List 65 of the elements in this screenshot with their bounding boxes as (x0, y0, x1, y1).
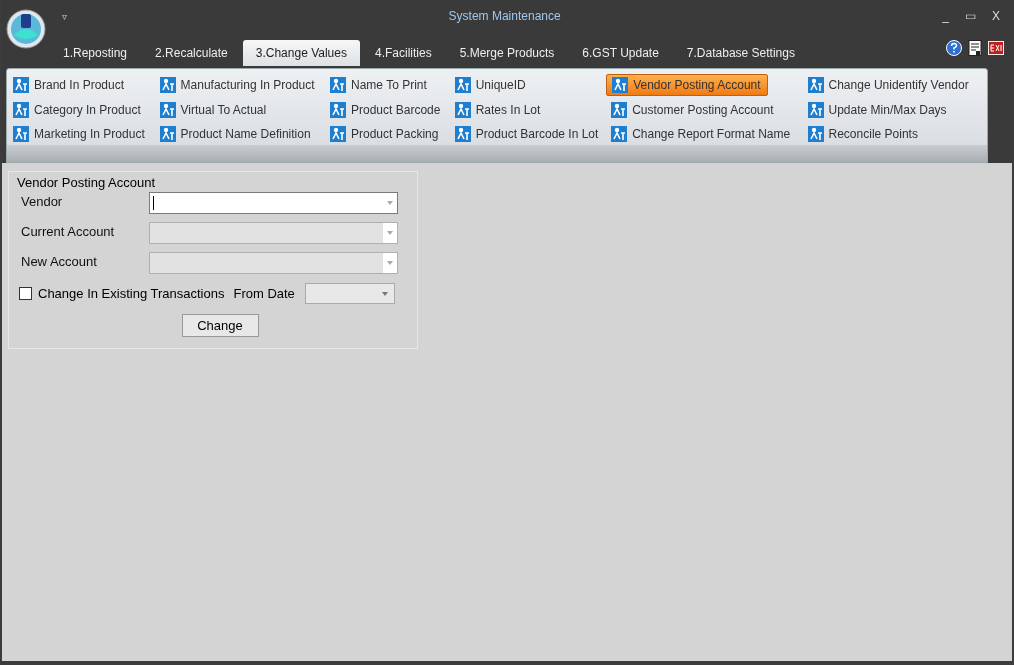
caret-icon (387, 231, 393, 235)
tab[interactable]: 5.Merge Products (446, 40, 568, 66)
person-icon (454, 126, 471, 143)
tab[interactable]: 2.Recalculate (142, 40, 241, 66)
tab[interactable]: 3.Change Values (242, 40, 360, 66)
person-icon (159, 101, 176, 118)
ribbon-item[interactable]: Update Min/Max Days (807, 98, 947, 121)
person-icon (13, 126, 29, 143)
person-icon (807, 126, 824, 143)
window-control[interactable]: _ (942, 7, 949, 25)
person-icon (330, 126, 346, 143)
person-icon (330, 101, 346, 118)
window-control[interactable]: ▭ (965, 7, 976, 25)
ribbon-item[interactable]: Vendor Posting Account (606, 74, 768, 96)
field-label: From Date (233, 284, 295, 303)
ribbon-item[interactable]: Rates In Lot (454, 98, 541, 121)
field-label: Vendor (21, 193, 64, 211)
group-title: Vendor Posting Account (17, 175, 157, 191)
ribbon-item[interactable]: Name To Print (330, 74, 427, 96)
checkbox[interactable] (19, 287, 32, 300)
caret-icon (381, 291, 388, 296)
ribbon-item[interactable]: Virtual To Actual (159, 98, 267, 121)
ribbon-item[interactable]: Marketing In Product (13, 123, 145, 145)
ribbon-item[interactable]: Change Report Format Name (611, 123, 791, 145)
tab[interactable]: 7.Database Settings (673, 40, 808, 66)
ribbon-item[interactable]: Product Barcode In Lot (454, 123, 599, 145)
ribbon-item[interactable]: UniqueID (454, 74, 526, 96)
ribbon-item[interactable]: Product Barcode (330, 98, 441, 121)
field-label: New Account (21, 253, 98, 271)
ribbon-item[interactable]: Category In Product (13, 98, 141, 121)
person-icon (612, 76, 629, 93)
person-icon (159, 76, 176, 93)
ribbon-item[interactable]: Change Unidentify Vendor (807, 74, 969, 96)
help-icon[interactable] (946, 40, 962, 56)
person-icon (807, 76, 824, 93)
ribbon-item[interactable]: Brand In Product (13, 74, 125, 96)
menu-glyph[interactable]: ▿ (62, 8, 67, 24)
person-icon (13, 101, 29, 118)
tab[interactable]: 4.Facilities (361, 40, 445, 66)
ribbon-item[interactable]: Manufacturing In Product (159, 74, 315, 96)
field-label: Current Account (21, 223, 116, 241)
person-icon (454, 76, 471, 93)
exit-icon[interactable] (988, 41, 1004, 55)
change-button[interactable]: Change (181, 314, 259, 337)
tab[interactable]: 6.GST Update (569, 40, 672, 66)
caret-icon (387, 201, 393, 205)
caret-icon (387, 261, 393, 265)
person-icon (807, 101, 824, 118)
ribbon-item[interactable]: Product Packing (330, 123, 439, 145)
window-title: System Maintenance (447, 8, 562, 25)
app-logo-icon[interactable] (6, 9, 46, 49)
dropdown-field[interactable] (149, 192, 398, 214)
person-icon (454, 101, 471, 118)
person-icon (611, 101, 628, 118)
ribbon-item[interactable]: Reconcile Points (807, 123, 918, 145)
ribbon-item[interactable]: Product Name Definition (159, 123, 311, 145)
person-icon (330, 76, 346, 93)
ribbon-item[interactable]: Customer Posting Account (611, 98, 774, 121)
document-icon[interactable] (968, 40, 982, 56)
checkbox-label[interactable]: Change In Existing Transactions (38, 283, 225, 304)
person-icon (159, 126, 176, 143)
person-icon (611, 126, 628, 143)
person-icon (13, 76, 29, 93)
tab[interactable]: 1.Reposting (50, 40, 141, 66)
window-control[interactable]: X (992, 7, 1000, 25)
